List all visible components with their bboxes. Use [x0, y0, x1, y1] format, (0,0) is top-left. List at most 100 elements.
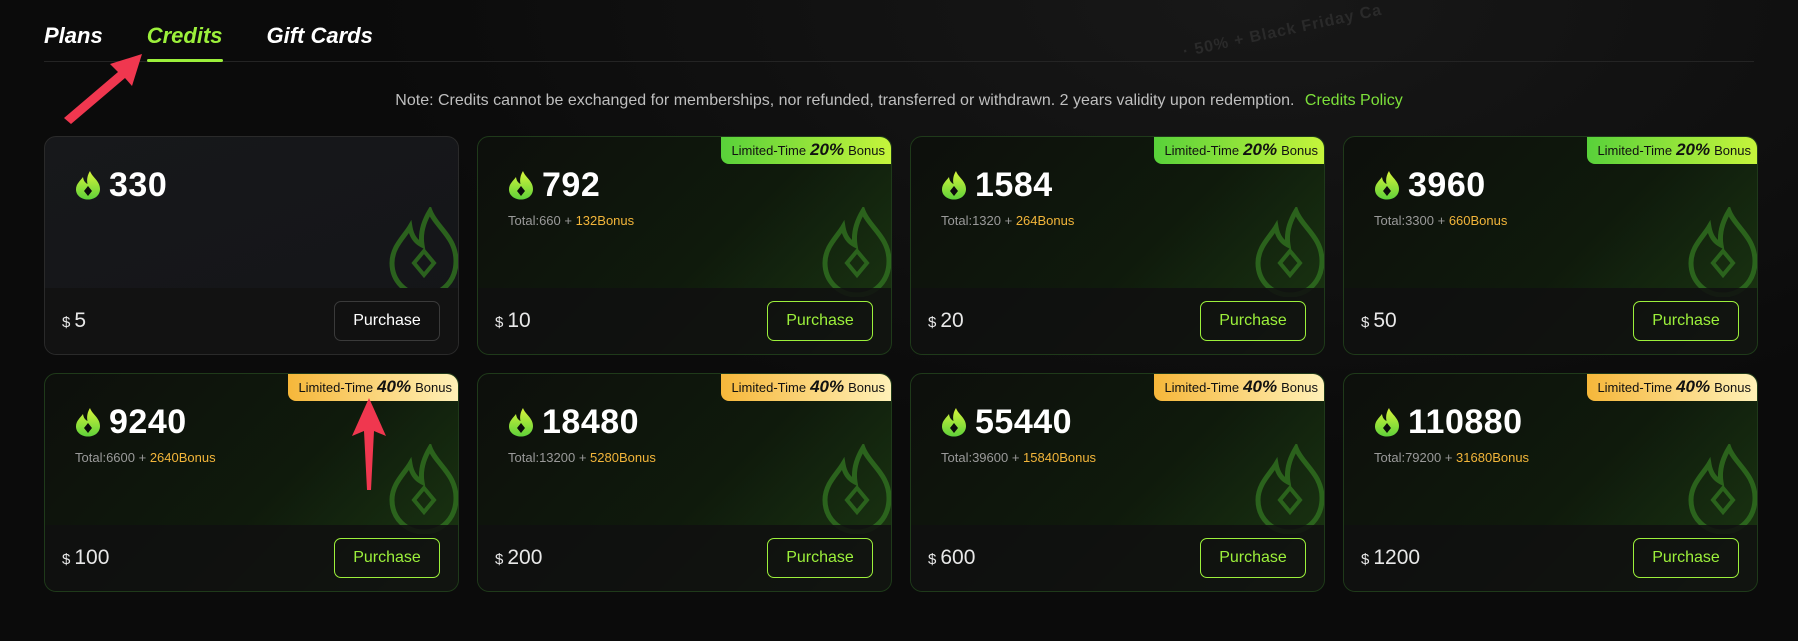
tab-credits[interactable]: Credits	[146, 9, 223, 62]
purchase-button[interactable]: Purchase	[1633, 301, 1739, 341]
credits-row: 9240	[75, 402, 428, 442]
limited-time-badge: Limited-Time 40% Bonus	[1154, 374, 1324, 401]
credits-policy-link[interactable]: Credits Policy	[1305, 92, 1403, 109]
flame-icon	[509, 408, 533, 437]
note-text: Note: Credits cannot be exchanged for me…	[395, 92, 1295, 109]
total-text: Total:1320 +	[941, 213, 1016, 228]
purchase-button[interactable]: Purchase	[334, 538, 440, 578]
credits-amount: 18480	[542, 402, 640, 441]
credits-row: 18480	[508, 402, 861, 442]
total-text: Total:13200 +	[508, 450, 591, 465]
total-text: Total:3300 +	[1374, 213, 1449, 228]
price-value: 1200	[1373, 546, 1421, 569]
badge-suffix: Bonus	[1714, 379, 1751, 395]
purchase-button[interactable]: Purchase	[1200, 538, 1306, 578]
purchase-button[interactable]: Purchase	[334, 301, 440, 341]
badge-percent: 20%	[1243, 140, 1278, 159]
credits-note: Note: Credits cannot be exchanged for me…	[44, 92, 1754, 114]
badge-percent: 40%	[1676, 377, 1711, 396]
purchase-button[interactable]: Purchase	[1200, 301, 1306, 341]
currency-symbol: $	[928, 314, 937, 331]
currency-symbol: $	[62, 314, 71, 331]
purchase-button[interactable]: Purchase	[767, 301, 873, 341]
badge-suffix: Bonus	[1281, 142, 1318, 158]
tab-bar: Plans Credits Gift Cards	[44, 0, 1754, 62]
badge-prefix: Limited-Time	[298, 379, 374, 395]
bonus-text: 2640Bonus	[149, 450, 216, 465]
price-value: 20	[940, 309, 964, 332]
flame-icon	[509, 171, 533, 200]
total-line: Total:39600 + 15840Bonus	[941, 450, 1294, 465]
credits-amount: 55440	[975, 402, 1073, 441]
total-line: Total:660 + 132Bonus	[508, 213, 861, 228]
badge-prefix: Limited-Time	[1164, 142, 1240, 158]
card-footer: $1200 Purchase	[1344, 525, 1757, 591]
price: $10	[495, 309, 531, 333]
badge-prefix: Limited-Time	[1164, 379, 1240, 395]
tab-gift-cards[interactable]: Gift Cards	[267, 9, 373, 61]
price-value: 600	[940, 546, 976, 569]
flame-icon	[942, 408, 966, 437]
credits-amount: 1584	[975, 165, 1053, 204]
badge-suffix: Bonus	[848, 142, 885, 158]
bonus-text: 660Bonus	[1448, 213, 1508, 228]
credit-packages-grid: 330 $5 Purchase Limited-Time 20% Bonus 7…	[44, 136, 1758, 592]
bonus-text: 132Bonus	[575, 213, 635, 228]
credit-package-card-3960: Limited-Time 20% Bonus 3960 Total:3300 +…	[1343, 136, 1758, 355]
credits-row: 3960	[1374, 165, 1727, 205]
badge-prefix: Limited-Time	[731, 142, 807, 158]
limited-time-badge: Limited-Time 20% Bonus	[721, 137, 891, 164]
bonus-text: 15840Bonus	[1023, 450, 1097, 465]
total-text: Total:6600 +	[75, 450, 150, 465]
badge-suffix: Bonus	[415, 379, 452, 395]
flame-icon	[1375, 408, 1399, 437]
total-text: Total:39600 +	[941, 450, 1024, 465]
badge-prefix: Limited-Time	[1597, 142, 1673, 158]
price-value: 10	[507, 309, 531, 332]
purchase-button[interactable]: Purchase	[767, 538, 873, 578]
card-footer: $200 Purchase	[478, 525, 891, 591]
price-value: 50	[1373, 309, 1397, 332]
card-footer: $50 Purchase	[1344, 288, 1757, 354]
credits-amount: 330	[109, 165, 168, 204]
total-text: Total:660 +	[508, 213, 576, 228]
credit-package-card-110880: Limited-Time 40% Bonus 110880 Total:7920…	[1343, 373, 1758, 592]
credits-amount: 9240	[109, 402, 187, 441]
bonus-text: 31680Bonus	[1456, 450, 1530, 465]
badge-prefix: Limited-Time	[1597, 379, 1673, 395]
limited-time-badge: Limited-Time 40% Bonus	[1587, 374, 1757, 401]
credits-amount: 792	[542, 165, 601, 204]
badge-percent: 40%	[810, 377, 845, 396]
purchase-button[interactable]: Purchase	[1633, 538, 1739, 578]
tab-plans[interactable]: Plans	[44, 9, 103, 61]
limited-time-badge: Limited-Time 40% Bonus	[288, 374, 458, 401]
currency-symbol: $	[928, 551, 937, 568]
total-line: Total:3300 + 660Bonus	[1374, 213, 1727, 228]
total-line: Total:79200 + 31680Bonus	[1374, 450, 1727, 465]
credits-row: 55440	[941, 402, 1294, 442]
credits-page: · 50% + Black Friday Ca Plans Credits Gi…	[0, 0, 1798, 641]
badge-percent: 40%	[377, 377, 412, 396]
credit-package-card-792: Limited-Time 20% Bonus 792 Total:660 + 1…	[477, 136, 892, 355]
price: $600	[928, 546, 975, 570]
total-line: Total:1320 + 264Bonus	[941, 213, 1294, 228]
credits-row: 1584	[941, 165, 1294, 205]
credit-package-card-1584: Limited-Time 20% Bonus 1584 Total:1320 +…	[910, 136, 1325, 355]
badge-percent: 40%	[1243, 377, 1278, 396]
credits-row: 792	[508, 165, 861, 205]
currency-symbol: $	[495, 551, 504, 568]
badge-suffix: Bonus	[1714, 142, 1751, 158]
flame-icon	[1375, 171, 1399, 200]
price: $100	[62, 546, 109, 570]
currency-symbol: $	[495, 314, 504, 331]
currency-symbol: $	[1361, 314, 1370, 331]
price: $5	[62, 309, 86, 333]
credits-amount: 3960	[1408, 165, 1486, 204]
card-footer: $10 Purchase	[478, 288, 891, 354]
limited-time-badge: Limited-Time 40% Bonus	[721, 374, 891, 401]
credit-package-card-55440: Limited-Time 40% Bonus 55440 Total:39600…	[910, 373, 1325, 592]
credits-row: 330	[75, 165, 428, 205]
bonus-text: 264Bonus	[1015, 213, 1075, 228]
card-footer: $100 Purchase	[45, 525, 458, 591]
card-footer: $600 Purchase	[911, 525, 1324, 591]
